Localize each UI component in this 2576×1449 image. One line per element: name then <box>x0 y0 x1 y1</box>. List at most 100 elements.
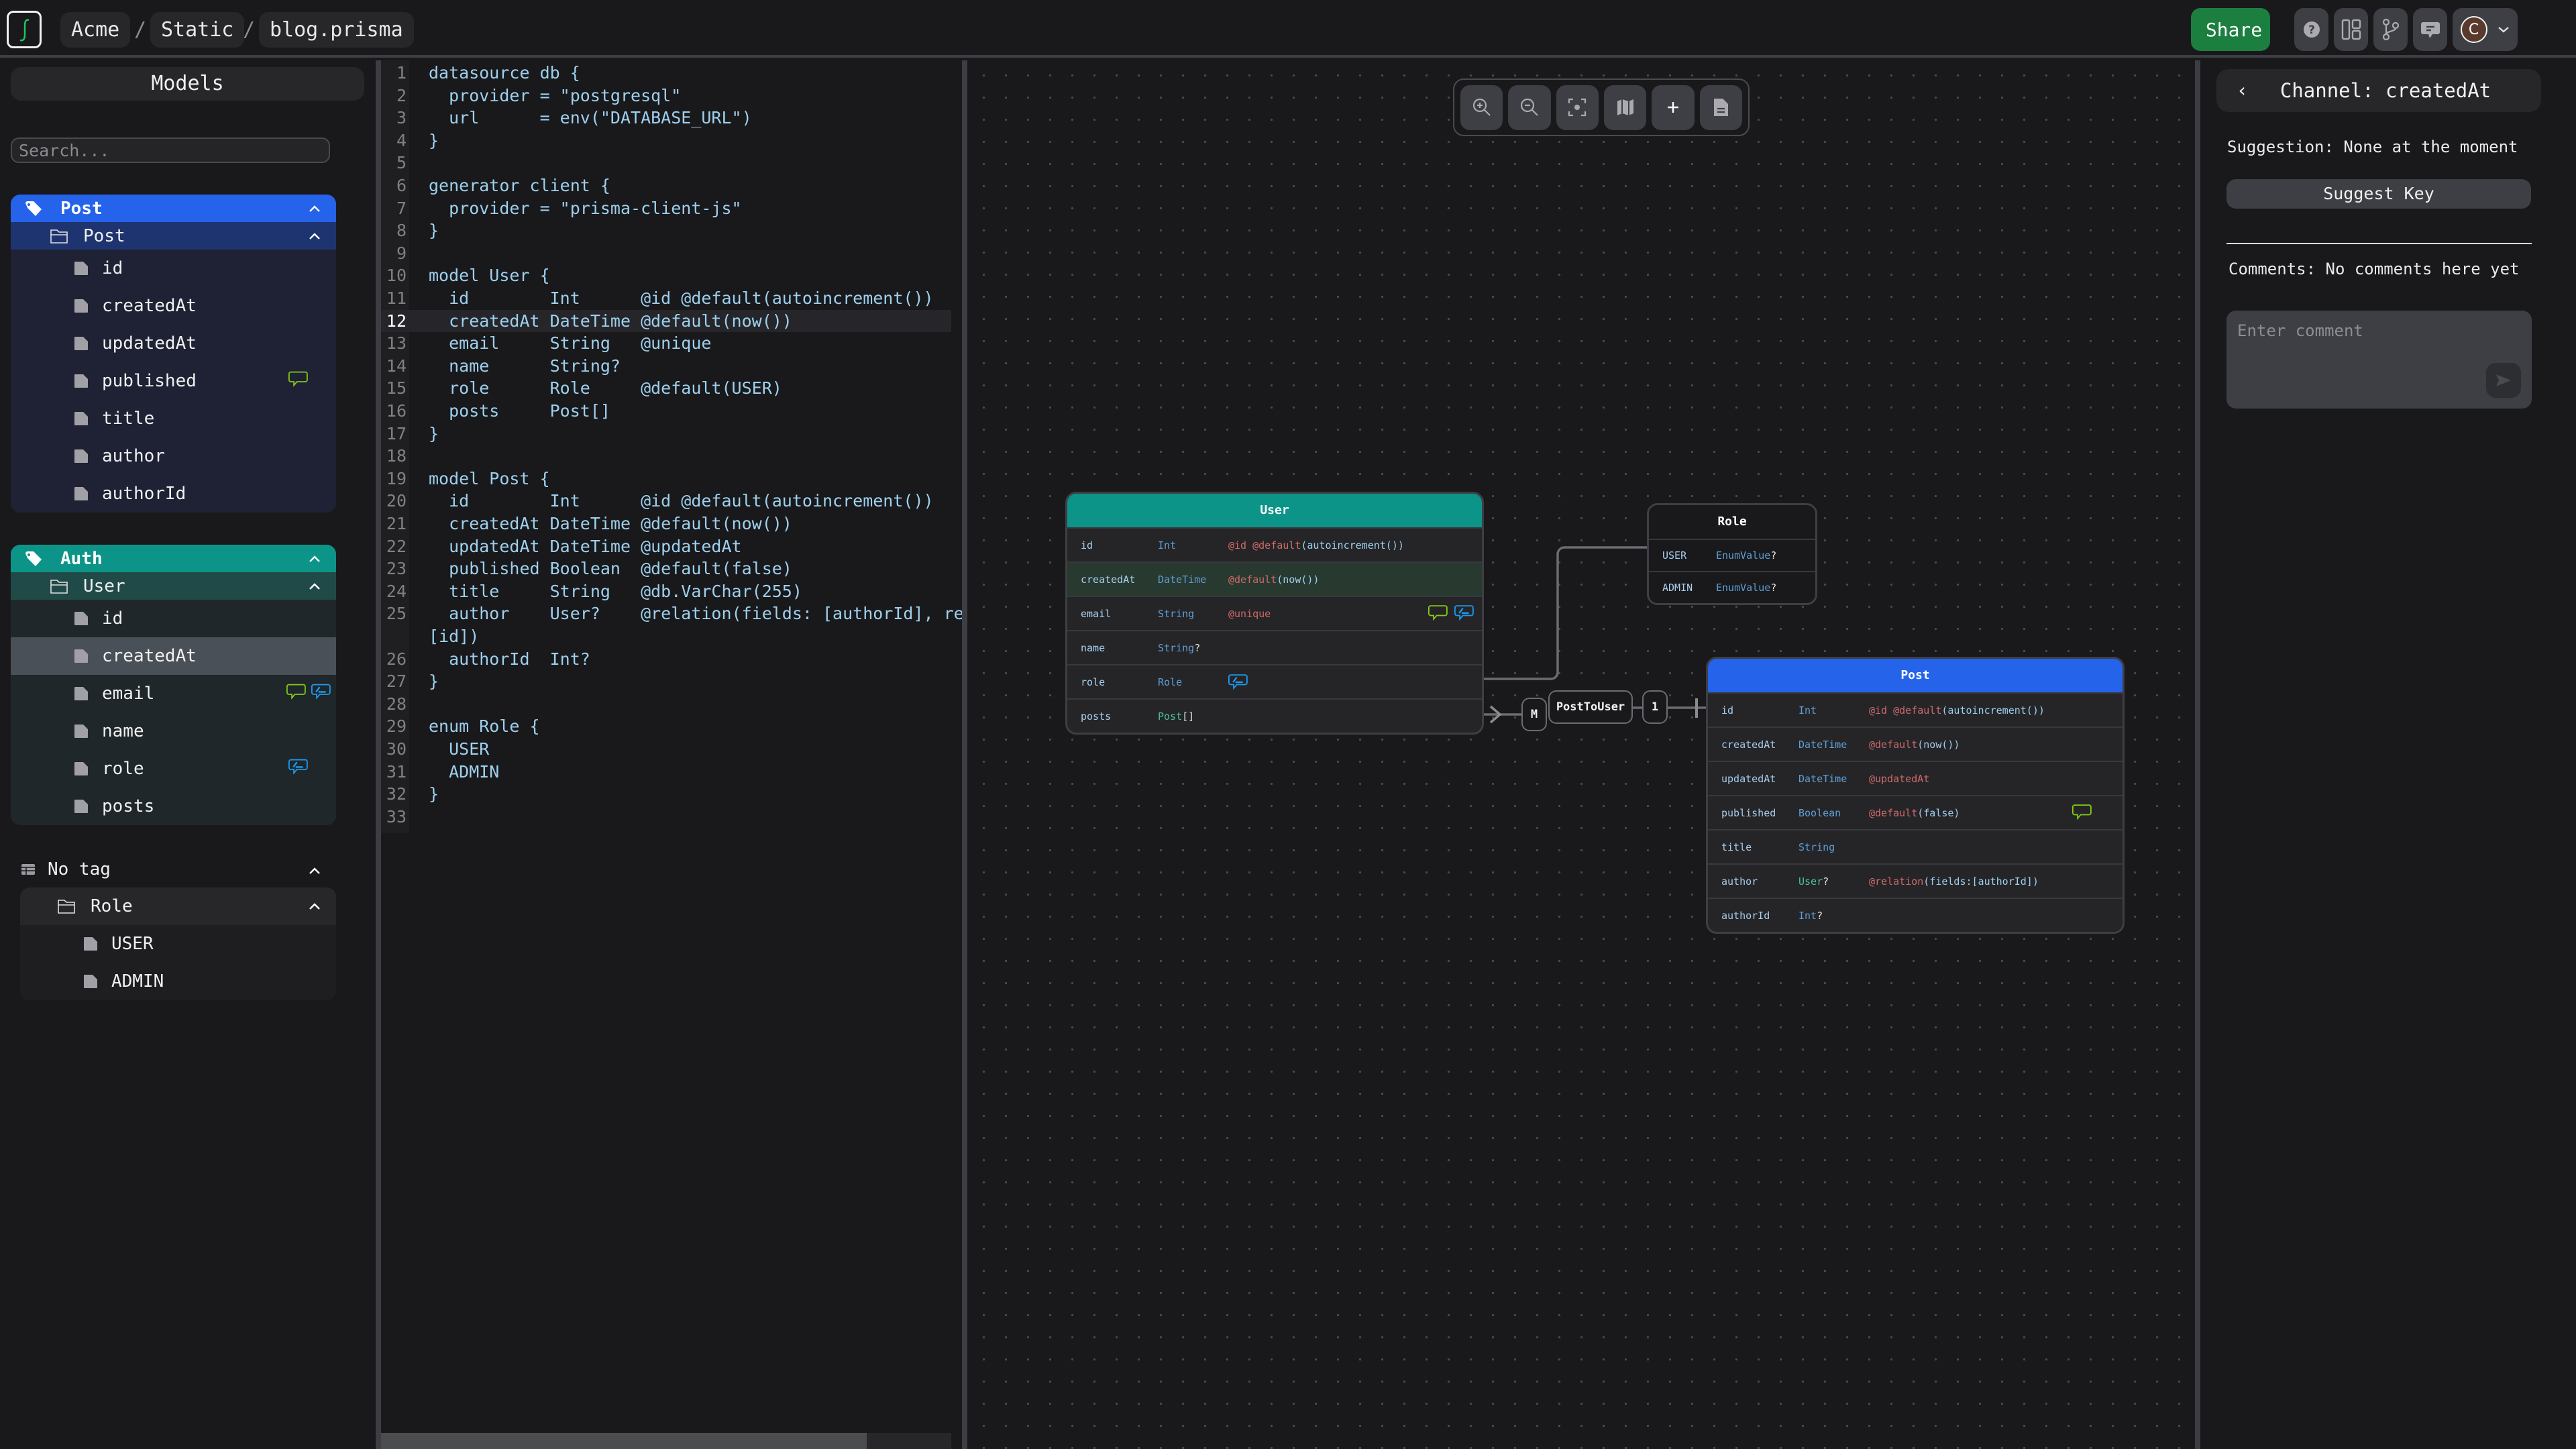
node-row-USER[interactable]: USER EnumValue? <box>1649 539 1815 571</box>
code-line[interactable]: 2 provider = "postgresql" <box>381 85 951 107</box>
git-branch-button[interactable] <box>2373 8 2408 51</box>
node-row-updatedAt[interactable]: updatedAt DateTime @updatedAt <box>1708 761 2123 795</box>
sidebar-field-email[interactable]: email <box>11 675 336 712</box>
code-line[interactable]: 27} <box>381 670 951 693</box>
node-row-title[interactable]: title String <box>1708 829 2123 863</box>
node-title[interactable]: Post <box>1708 659 2123 692</box>
node-row-posts[interactable]: posts Post[] <box>1067 698 1482 733</box>
edge-relation-name[interactable]: PostToUser <box>1548 690 1633 724</box>
share-button[interactable]: Share <box>2191 8 2270 51</box>
sidebar-field-USER[interactable]: USER <box>20 925 336 963</box>
node-row-createdAt[interactable]: createdAt DateTime @default(now()) <box>1708 727 2123 761</box>
model-search-input[interactable] <box>11 138 330 163</box>
comment-badge-icon[interactable] <box>288 371 308 392</box>
code-line[interactable]: 32} <box>381 783 951 806</box>
suggestion-badge-icon[interactable] <box>311 684 331 704</box>
sidebar-field-title[interactable]: title <box>11 400 336 437</box>
breadcrumb-file[interactable]: blog.prisma <box>259 12 414 48</box>
model-header-post[interactable]: Post <box>11 222 336 250</box>
editor-horizontal-scrollbar[interactable] <box>381 1433 951 1449</box>
breadcrumb-project[interactable]: Static <box>150 12 245 48</box>
model-header-role[interactable]: Role <box>20 888 336 925</box>
layout-button[interactable] <box>2334 8 2368 51</box>
code-line[interactable]: 23 published Boolean @default(false) <box>381 557 951 580</box>
code-line[interactable]: 14 name String? <box>381 355 951 378</box>
sidebar-field-ADMIN[interactable]: ADMIN <box>20 963 336 1000</box>
code-line[interactable]: 33 <box>381 806 951 828</box>
code-line[interactable]: 4} <box>381 129 951 152</box>
code-line[interactable]: 24 title String @db.VarChar(255) <box>381 580 951 603</box>
schema-code-editor[interactable]: 1 datasource db {2 provider = "postgresql… <box>381 60 974 1449</box>
node-row-author[interactable]: author User? @relation(fields:[authorId]) <box>1708 863 2123 898</box>
node-row-name[interactable]: name String? <box>1067 630 1482 664</box>
code-line[interactable]: 12 createdAt DateTime @default(now()) <box>381 309 951 333</box>
sidebar-field-id[interactable]: id <box>11 250 336 287</box>
app-logo[interactable] <box>7 11 42 48</box>
sidebar-field-name[interactable]: name <box>11 712 336 750</box>
code-line[interactable]: 9 <box>381 242 951 265</box>
code-line[interactable]: 6 generator client { <box>381 174 951 197</box>
comment-input[interactable] <box>2237 321 2506 340</box>
code-line[interactable]: 10 model User { <box>381 264 951 287</box>
sidebar-field-createdAt[interactable]: createdAt <box>11 287 336 325</box>
suggestion-badge-icon[interactable] <box>1228 674 1248 692</box>
sidebar-field-updatedAt[interactable]: updatedAt <box>11 325 336 362</box>
chevron-up-icon[interactable] <box>308 582 321 591</box>
panel-resize-handle[interactable] <box>2195 60 2200 1449</box>
code-line[interactable]: 7 provider = "prisma-client-js" <box>381 197 951 220</box>
model-node-user[interactable]: User id Int @id @default(autoincrement()) c… <box>1065 492 1484 735</box>
sidebar-field-published[interactable]: published <box>11 362 336 400</box>
code-line[interactable]: 16 posts Post[] <box>381 400 951 423</box>
code-line[interactable]: 25 author User? @relation(fields: [autho… <box>381 602 974 625</box>
code-line[interactable]: 8} <box>381 219 951 242</box>
sidebar-field-posts[interactable]: posts <box>11 788 336 825</box>
code-line[interactable]: [id]) <box>381 625 951 648</box>
help-button[interactable]: ? <box>2294 8 2328 51</box>
sidebar-field-role[interactable]: role <box>11 750 336 788</box>
node-row-ADMIN[interactable]: ADMIN EnumValue? <box>1649 571 1815 603</box>
tag-header-post[interactable]: Post <box>11 195 336 222</box>
breadcrumb-org[interactable]: Acme <box>60 12 131 48</box>
code-line[interactable]: 20 id Int @id @default(autoincrement()) <box>381 490 951 513</box>
editor-resize-handle[interactable] <box>962 60 967 1449</box>
scrollbar-thumb[interactable] <box>381 1433 867 1449</box>
chevron-up-icon[interactable] <box>308 554 321 564</box>
code-line[interactable]: 15 role Role @default(USER) <box>381 377 951 400</box>
diagram-canvas[interactable]: M PostToUser 1 User id Int @id @default(au… <box>967 60 2195 1449</box>
sidebar-field-createdAt[interactable]: createdAt <box>11 637 336 675</box>
suggestion-badge-icon[interactable] <box>1454 604 1474 623</box>
node-title[interactable]: Role <box>1649 505 1815 539</box>
code-line[interactable]: 26 authorId Int? <box>381 648 951 671</box>
sidebar-field-author[interactable]: author <box>11 437 336 475</box>
code-line[interactable]: 17} <box>381 423 951 445</box>
comment-badge-icon[interactable] <box>286 684 307 704</box>
code-line[interactable]: 3 url = env("DATABASE_URL") <box>381 107 951 129</box>
model-node-post[interactable]: Post id Int @id @default(autoincrement()) c… <box>1706 657 2125 934</box>
node-row-email[interactable]: email String @unique <box>1067 596 1482 630</box>
chevron-up-icon[interactable] <box>308 866 321 875</box>
tag-header-no-tag[interactable]: No tag <box>11 854 336 888</box>
tag-header-auth[interactable]: Auth <box>11 545 336 572</box>
chevron-up-icon[interactable] <box>308 231 321 241</box>
code-line[interactable]: 31 ADMIN <box>381 761 951 784</box>
node-title[interactable]: User <box>1067 494 1482 527</box>
comments-button[interactable] <box>2413 8 2447 51</box>
code-line[interactable]: 1 datasource db { <box>381 62 951 85</box>
node-row-id[interactable]: id Int @id @default(autoincrement()) <box>1708 692 2123 727</box>
enum-node-role[interactable]: Role USER EnumValue? ADMIN EnumValue? <box>1647 503 1817 605</box>
node-row-authorId[interactable]: authorId Int? <box>1708 898 2123 932</box>
suggest-key-button[interactable]: Suggest Key <box>2226 179 2531 209</box>
code-line[interactable]: 5 <box>381 152 951 174</box>
code-line[interactable]: 29 enum Role { <box>381 715 951 738</box>
code-line[interactable]: 19 model Post { <box>381 468 951 490</box>
comment-badge-icon[interactable] <box>1428 604 1448 623</box>
code-line[interactable]: 21 createdAt DateTime @default(now()) <box>381 513 951 535</box>
code-line[interactable]: 22 updatedAt DateTime @updatedAt <box>381 535 951 558</box>
node-row-createdAt[interactable]: createdAt DateTime @default(now()) <box>1067 561 1482 596</box>
chevron-up-icon[interactable] <box>308 902 321 911</box>
suggestion-badge-icon[interactable] <box>288 759 308 780</box>
node-row-role[interactable]: role Role <box>1067 664 1482 698</box>
comment-badge-icon[interactable] <box>2072 804 2092 822</box>
code-line[interactable]: 13 email String @unique <box>381 332 951 355</box>
code-line[interactable]: 11 id Int @id @default(autoincrement()) <box>381 287 951 310</box>
